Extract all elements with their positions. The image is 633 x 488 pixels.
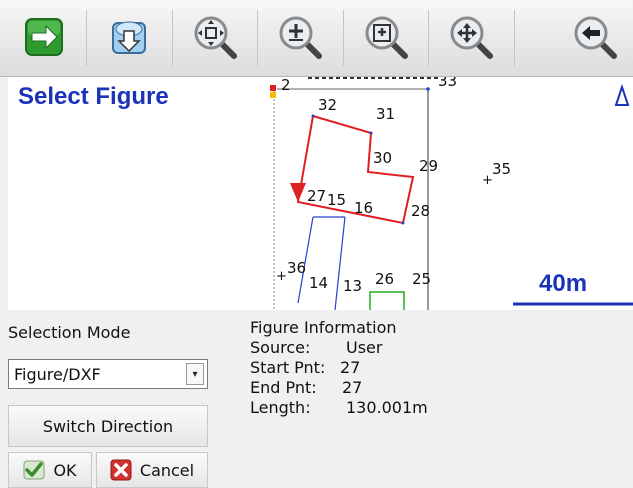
point-label: 26	[375, 270, 394, 288]
point-label: 35	[492, 160, 511, 178]
point-label: 13	[343, 277, 362, 295]
download-globe-button[interactable]	[100, 8, 158, 66]
selection-mode-value: Figure/DXF	[14, 365, 101, 384]
figure-information: Figure Information Source: User Start Pn…	[250, 318, 428, 418]
close-icon	[110, 459, 132, 481]
selection-mode-label: Selection Mode	[8, 323, 131, 342]
ok-button[interactable]: OK	[8, 452, 92, 488]
switch-direction-label: Switch Direction	[42, 416, 174, 436]
zoom-extents-button[interactable]	[186, 8, 244, 66]
zoom-extents-icon	[194, 16, 237, 59]
point-label: 32	[318, 96, 337, 114]
point-label: 25	[412, 270, 431, 288]
point-label: 16	[354, 199, 373, 217]
point-label: 33	[438, 77, 457, 90]
point-label: 27	[307, 187, 326, 205]
zoom-previous-button[interactable]	[566, 8, 624, 66]
switch-direction-button[interactable]: Switch Direction	[8, 405, 208, 447]
source-label: Source:	[250, 338, 311, 357]
start-point-row: Start Pnt: 27	[250, 358, 428, 378]
selection-mode-dropdown[interactable]: Figure/DXF ▾	[8, 359, 208, 389]
length-label: Length:	[250, 398, 311, 417]
point-labels: 2 33 32 31 30 29 35 27 15 16 28 36 14 13…	[281, 77, 511, 295]
cancel-button[interactable]: Cancel	[96, 452, 208, 488]
zoom-in-icon	[279, 16, 322, 59]
point-label: 14	[309, 274, 328, 292]
globe-download-icon	[112, 21, 146, 54]
checkmark-icon	[23, 460, 45, 480]
point-label: 15	[327, 191, 346, 209]
point-label: 31	[376, 105, 395, 123]
source-row: Source: User	[250, 338, 428, 358]
ok-label: OK	[53, 460, 77, 480]
selection-panel: Selection Mode Figure/DXF ▾ Switch Direc…	[0, 311, 215, 488]
point-label: 2	[281, 77, 291, 94]
end-point-label: End Pnt:	[250, 378, 317, 397]
source-value: User	[346, 338, 383, 357]
zoom-in-button[interactable]	[271, 8, 329, 66]
length-row: Length: 130.001m	[250, 398, 428, 418]
end-point-value: 27	[342, 378, 363, 397]
point-label: 28	[411, 202, 430, 220]
end-point-row: End Pnt: 27	[250, 378, 428, 398]
next-arrow-button[interactable]	[15, 8, 73, 66]
pan-button[interactable]	[442, 8, 500, 66]
figure-info-title: Figure Information	[250, 318, 397, 337]
point-label: 30	[373, 149, 392, 167]
pan-icon	[450, 16, 493, 59]
point-label: 36	[287, 259, 306, 277]
zoom-window-icon	[365, 16, 408, 59]
start-point-value: 27	[340, 358, 361, 377]
zoom-previous-icon	[574, 16, 617, 59]
dropdown-arrow-icon[interactable]: ▾	[186, 363, 204, 385]
toolbar	[0, 0, 633, 77]
cancel-label: Cancel	[139, 460, 195, 480]
right-arrow-icon	[25, 18, 63, 56]
point-label: 29	[419, 157, 438, 175]
length-value: 130.001m	[346, 398, 428, 417]
map-view[interactable]: + + Select Figure 40m 2 33 32 31 30 29 3…	[8, 77, 633, 310]
zoom-window-button[interactable]	[357, 8, 415, 66]
start-point-label: Start Pnt:	[250, 358, 326, 377]
